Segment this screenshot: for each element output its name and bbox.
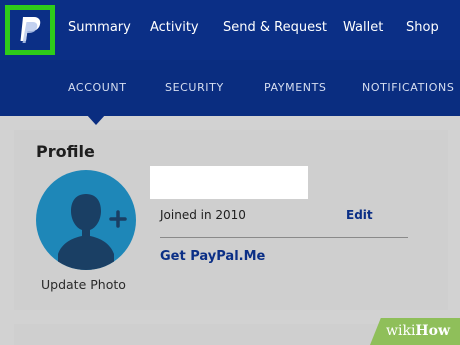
- tab-security[interactable]: SECURITY: [165, 81, 224, 94]
- tab-payments[interactable]: PAYMENTS: [264, 81, 327, 94]
- tab-account[interactable]: ACCOUNT: [68, 81, 127, 94]
- nav-activity[interactable]: Activity: [150, 20, 199, 35]
- watermark-wiki: wiki: [386, 323, 416, 339]
- settings-subnav: ACCOUNT SECURITY PAYMENTS NOTIFICATIONS: [0, 60, 460, 116]
- active-tab-indicator: [86, 114, 106, 125]
- top-nav-bar: Summary Activity Send & Request Wallet S…: [0, 0, 460, 60]
- nav-shop[interactable]: Shop: [406, 20, 439, 35]
- profile-title: Profile: [36, 142, 95, 161]
- nav-summary[interactable]: Summary: [68, 20, 131, 35]
- joined-date: Joined in 2010: [160, 208, 246, 222]
- wikihow-watermark: wikiHow: [370, 318, 460, 345]
- paypal-logo-button[interactable]: [5, 5, 55, 55]
- name-redacted-box: [150, 166, 308, 199]
- nav-wallet[interactable]: Wallet: [343, 20, 383, 35]
- divider: [160, 237, 408, 238]
- watermark-how: How: [415, 323, 451, 339]
- tab-notifications[interactable]: NOTIFICATIONS: [362, 81, 454, 94]
- update-photo-link[interactable]: Update Photo: [41, 277, 126, 292]
- nav-send-request[interactable]: Send & Request: [223, 20, 327, 35]
- get-paypal-me-link[interactable]: Get PayPal.Me: [160, 249, 265, 264]
- paypal-logo-icon: [20, 17, 41, 43]
- plus-icon[interactable]: [36, 170, 136, 270]
- avatar[interactable]: [36, 170, 136, 270]
- edit-link[interactable]: Edit: [346, 208, 373, 222]
